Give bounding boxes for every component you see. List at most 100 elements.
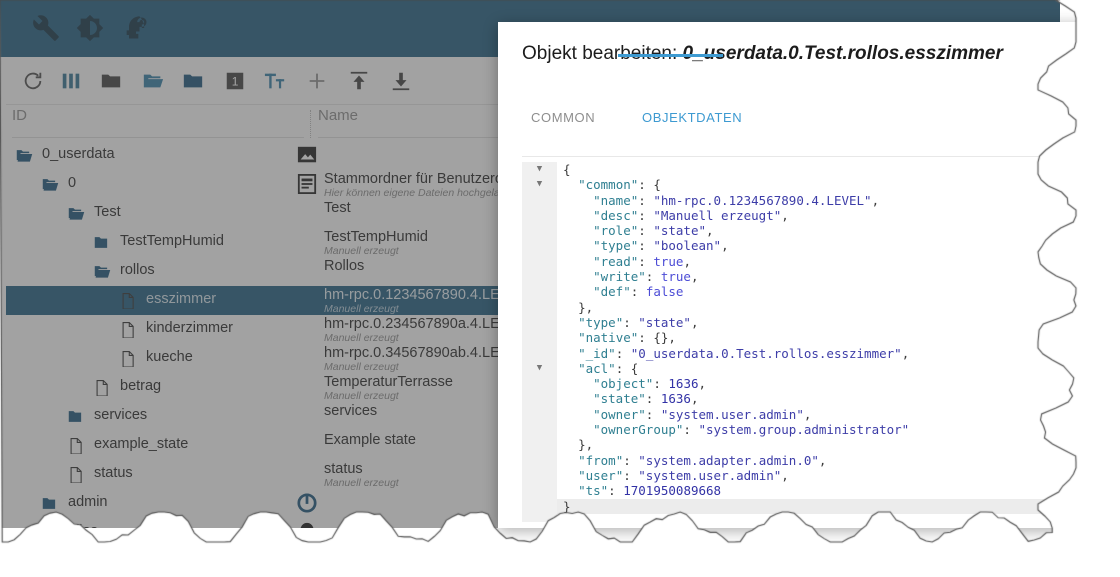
tree-row-name-cell: Example state (324, 432, 510, 448)
code-line-22[interactable]: "ts": 1701950089668 (557, 483, 1098, 498)
tree-row-id: example_state (94, 436, 189, 452)
code-line-14[interactable]: ▼ "acl": { (537, 361, 1098, 376)
tree-row-name-cell: TemperaturTerrasse Manuell erzeugt (324, 374, 510, 402)
code-line-20[interactable]: "from": "system.adapter.admin.0", (557, 453, 1098, 468)
wrench-icon[interactable] (32, 14, 60, 42)
code-line-23[interactable]: } (557, 498, 1098, 514)
code-token: : (645, 269, 661, 285)
state-file-icon (96, 380, 108, 396)
code-line-16[interactable]: "state": 1636, (557, 391, 1098, 406)
code-token: "read" (593, 253, 639, 269)
json-code-editor[interactable]: ▼{▼ "common": { "name": "hm-rpc.0.123456… (522, 162, 1098, 522)
tree-row-name: TemperaturTerrasse (324, 374, 453, 390)
code-line-12[interactable]: "native": {}, (557, 330, 1098, 345)
code-token: "common" (578, 177, 639, 193)
folder-closed-icon (94, 237, 108, 248)
toolbar-text-size-icon[interactable] (262, 68, 288, 94)
code-token: : (623, 467, 639, 483)
code-token: , (781, 207, 789, 223)
folder-open-icon (94, 266, 111, 278)
code-token: : (623, 314, 639, 330)
code-token: : (638, 207, 654, 223)
toolbar-folder-icon[interactable] (180, 68, 206, 94)
code-token: : (638, 238, 654, 254)
code-token: "system.user.admin" (638, 467, 782, 483)
screenshot-stage: ID Name 1 0_userdata 0 Stammordner für Ben… (0, 0, 1120, 577)
toolbar-expert-mode-one-icon[interactable]: 1 (222, 68, 248, 94)
code-line-5[interactable]: "role": "state", (557, 223, 1098, 238)
code-token: {} (653, 330, 669, 346)
code-fold-toggle[interactable]: ▼ (522, 162, 557, 177)
user-head-icon[interactable] (122, 14, 150, 42)
code-token: : (645, 391, 661, 407)
code-line-11[interactable]: "type": "state", (557, 315, 1098, 330)
tree-row-name-cell: status Manuell erzeugt (324, 461, 510, 489)
code-token: "from" (578, 452, 624, 468)
tab-objektdaten[interactable]: OBJEKTDATEN (642, 110, 742, 125)
state-file-icon (70, 467, 82, 483)
dialog-title: Objekt bearbeiten: 0_userdata.0.Test.rol… (522, 43, 1003, 65)
code-line-15[interactable]: "object": 1636, (557, 376, 1098, 391)
toolbar-upload-icon[interactable] (346, 68, 372, 94)
code-token: }, (578, 299, 594, 315)
toolbar-download-icon[interactable] (388, 68, 414, 94)
code-line-7[interactable]: "read": true, (557, 254, 1098, 269)
code-line-19[interactable]: }, (557, 437, 1098, 452)
state-file-icon (70, 438, 82, 454)
editor-gutter (522, 162, 557, 522)
tree-row-id: esszimmer (146, 291, 217, 307)
code-token: true (660, 269, 691, 285)
code-token: "def" (593, 284, 631, 300)
columns-icon (62, 73, 80, 89)
code-token: , (871, 192, 880, 208)
code-line-17[interactable]: "owner": "system.user.admin", (557, 407, 1098, 422)
code-token: "ownerGroup" (593, 422, 684, 438)
code-line-1[interactable]: ▼{ (537, 162, 1098, 177)
code-line-13[interactable]: "_id": "0_userdata.0.Test.rollos.esszimm… (557, 346, 1098, 361)
tab-divider (522, 156, 1098, 157)
toolbar-columns-icon[interactable] (58, 68, 84, 94)
tree-row-name-cell: hm-rpc.0.1234567890.4.LEVEL Manuell erzeu… (324, 287, 510, 315)
folder-open-icon (42, 179, 59, 191)
torn-screenshot-frame: ID Name 1 0_userdata 0 Stammordner für Ben… (0, 0, 1098, 549)
code-line-3[interactable]: "name": "hm-rpc.0.1234567890.4.LEVEL", (557, 193, 1098, 208)
code-token: , (803, 406, 812, 422)
code-fold-toggle[interactable]: ▼ (522, 361, 557, 376)
code-line-4[interactable]: "desc": "Manuell erzeugt", (557, 208, 1098, 223)
code-line-10[interactable]: }, (557, 300, 1098, 315)
folder-closed-icon (42, 498, 56, 509)
text-size-icon (264, 73, 285, 89)
folder-closed-icon (68, 411, 82, 422)
code-token: : (608, 483, 624, 499)
code-fold-toggle[interactable]: ▼ (522, 177, 557, 192)
code-token: } (563, 498, 571, 514)
power-icon (297, 493, 317, 513)
code-line-9[interactable]: "def": false (557, 284, 1098, 299)
svg-text:1: 1 (232, 75, 239, 89)
tab-common[interactable]: COMMON (531, 110, 595, 125)
code-line-6[interactable]: "type": "boolean", (557, 238, 1098, 253)
edit-object-dialog: Objekt bearbeiten: 0_userdata.0.Test.rol… (498, 22, 1098, 528)
code-line-18[interactable]: "ownerGroup": "system.group.administrato… (557, 422, 1098, 437)
code-line-2[interactable]: ▼ "common": { (537, 177, 1098, 193)
code-token: "desc" (593, 207, 639, 223)
upload-icon (350, 71, 368, 90)
code-token: true (653, 253, 684, 269)
image-icon (297, 146, 317, 163)
code-line-8[interactable]: "write": true, (557, 269, 1098, 284)
editor-code-lines[interactable]: ▼{▼ "common": { "name": "hm-rpc.0.123456… (537, 162, 1098, 514)
code-token: "native" (578, 330, 639, 346)
code-line-21[interactable]: "user": "system.user.admin", (557, 468, 1098, 483)
tree-row-desc: Manuell erzeugt (324, 332, 399, 344)
toolbar-collapse-all-folder-icon[interactable] (98, 68, 124, 94)
state-file-icon (122, 293, 134, 309)
toolbar-refresh-icon[interactable] (20, 68, 46, 94)
brightness-icon[interactable] (76, 14, 104, 42)
toolbar-expand-folder-icon[interactable] (140, 68, 166, 94)
toolbar-add-icon[interactable] (304, 68, 330, 94)
